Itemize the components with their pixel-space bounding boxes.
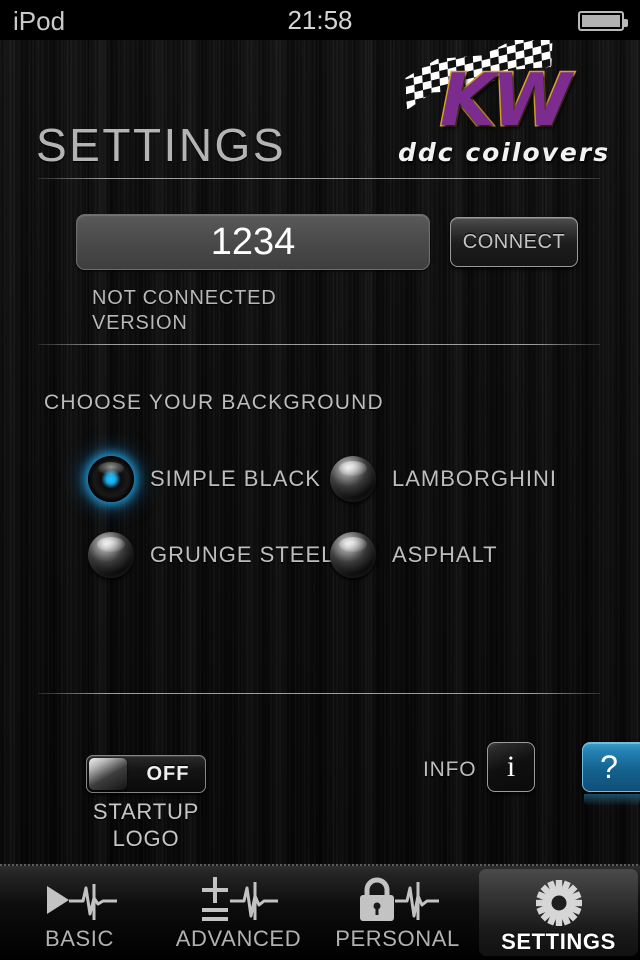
divider-header xyxy=(38,178,600,179)
tab-label: SETTINGS xyxy=(501,929,616,954)
radio-bullet-icon[interactable] xyxy=(330,532,376,578)
clock-label: 21:58 xyxy=(287,5,353,35)
radio-label: ASPHALT xyxy=(392,542,498,567)
lock-waveform-icon xyxy=(343,876,453,924)
info-label: INFO xyxy=(423,758,477,781)
page-title: SETTINGS xyxy=(36,119,287,171)
toggle-state-label: OFF xyxy=(146,762,190,785)
radio-label: LAMBORGHINI xyxy=(392,466,558,491)
radio-label: GRUNGE STEEL xyxy=(150,542,335,567)
tab-personal[interactable]: PERSONAL xyxy=(318,866,477,960)
status-bar: iPod 21:58 xyxy=(0,0,640,40)
play-waveform-icon xyxy=(25,876,135,924)
kw-logo: KW ddc coilovers xyxy=(392,44,612,172)
logo-brand-text: KW xyxy=(438,57,572,144)
pin-input[interactable] xyxy=(76,214,430,270)
divider-bottom xyxy=(38,693,600,694)
tab-label: ADVANCED xyxy=(175,926,302,951)
version-text: VERSION xyxy=(92,312,188,334)
connection-status: NOT CONNECTED VERSION xyxy=(92,286,276,336)
toggle-knob[interactable] xyxy=(89,758,127,790)
radio-bullet-icon[interactable] xyxy=(88,532,134,578)
gear-icon xyxy=(504,879,614,927)
radio-bullet-selected-icon[interactable] xyxy=(88,456,134,502)
tab-label: PERSONAL xyxy=(335,926,460,951)
tab-label: BASIC xyxy=(44,926,115,951)
background-section-heading: CHOOSE YOUR BACKGROUND xyxy=(44,391,384,414)
connect-button[interactable]: CONNECT xyxy=(450,217,578,267)
battery-full-icon xyxy=(578,11,628,31)
connection-status-text: NOT CONNECTED xyxy=(92,287,277,309)
startup-logo-caption: STARTUP LOGO xyxy=(56,798,236,852)
plusminus-waveform-icon xyxy=(184,876,294,924)
help-button-reflection xyxy=(584,794,640,806)
info-button[interactable]: i xyxy=(487,742,535,792)
tab-bar: BASIC ADVANCED PERSONAL SETTINGS xyxy=(0,864,640,960)
radio-label: SIMPLE BLACK xyxy=(150,466,321,491)
radio-bullet-icon[interactable] xyxy=(330,456,376,502)
tab-basic[interactable]: BASIC xyxy=(0,866,159,960)
startup-caption-line1: STARTUP xyxy=(92,799,200,824)
tab-advanced[interactable]: ADVANCED xyxy=(159,866,318,960)
divider-connect xyxy=(38,344,600,345)
startup-logo-toggle[interactable]: OFF xyxy=(86,755,206,793)
app-screen: iPod 21:58 SETTINGS KW ddc coilovers CON… xyxy=(0,0,640,960)
logo-tagline: ddc coilovers xyxy=(398,138,611,167)
help-button[interactable]: ? xyxy=(582,742,640,792)
tab-settings[interactable]: SETTINGS xyxy=(479,869,638,956)
startup-caption-line2: LOGO xyxy=(112,826,180,851)
